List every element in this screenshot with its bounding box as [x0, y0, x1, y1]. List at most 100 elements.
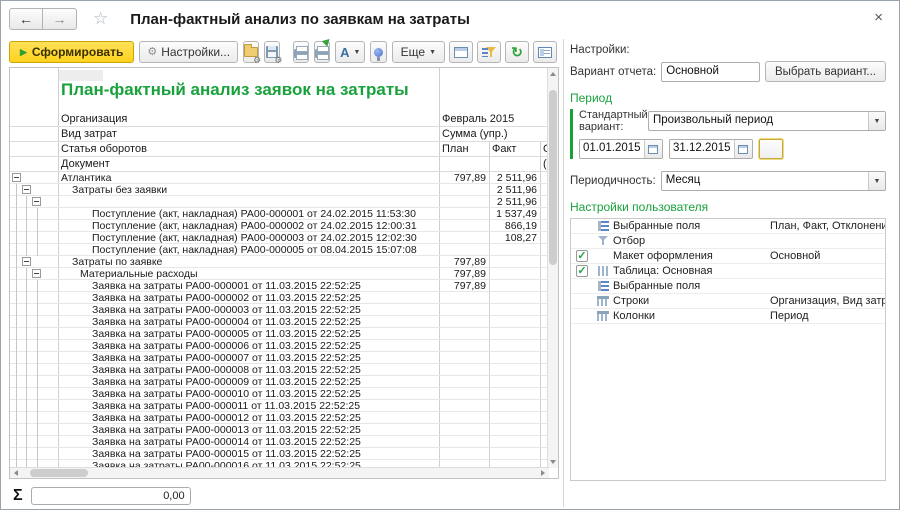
forward-button[interactable]: →: [43, 8, 77, 30]
user-setting-row[interactable]: Отбор: [571, 234, 885, 249]
report-row[interactable]: Заявка на затраты РА00-000014 от 11.03.2…: [10, 436, 549, 448]
report-row[interactable]: Затраты по заявке 797,89: [10, 256, 549, 268]
report-row[interactable]: Заявка на затраты РА00-000006 от 11.03.2…: [10, 340, 549, 352]
load-variant-button[interactable]: ⚙: [243, 41, 259, 63]
report-row-fact-value: [490, 388, 537, 400]
tree-line: [16, 328, 17, 340]
collapse-minus-icon[interactable]: [12, 173, 21, 182]
user-setting-row[interactable]: Выбранные поля: [571, 279, 885, 294]
settings-button[interactable]: ⚙ Настройки...: [139, 41, 238, 63]
save-variant-button[interactable]: ⚙: [264, 41, 280, 63]
tree-line: [16, 340, 17, 352]
report-row[interactable]: Заявка на затраты РА00-000009 от 11.03.2…: [10, 376, 549, 388]
print-button[interactable]: [293, 41, 309, 63]
report-row[interactable]: Заявка на затраты РА00-000008 от 11.03.2…: [10, 364, 549, 376]
tree-line: [26, 280, 27, 292]
bulb-icon: [374, 48, 383, 57]
report-row[interactable]: Заявка на затраты РА00-000001 от 11.03.2…: [10, 280, 549, 292]
horizontal-scroll-thumb[interactable]: [30, 469, 88, 477]
report-row-plan-value: [440, 292, 486, 304]
user-setting-row[interactable]: ✓ Таблица: Основная: [571, 264, 885, 279]
highlight-button[interactable]: [370, 41, 386, 63]
more-button[interactable]: Еще ▼: [392, 41, 445, 63]
report-row[interactable]: Поступление (акт, накладная) РА00-000005…: [10, 244, 549, 256]
sum-field[interactable]: 0,00: [31, 487, 191, 505]
report-row[interactable]: Заявка на затраты РА00-000013 от 11.03.2…: [10, 424, 549, 436]
filter-button[interactable]: [477, 41, 501, 63]
collapse-minus-icon[interactable]: [22, 185, 31, 194]
collapse-minus-icon[interactable]: [32, 197, 41, 206]
report-row[interactable]: Заявка на затраты РА00-000010 от 11.03.2…: [10, 388, 549, 400]
scroll-right-arrow-icon[interactable]: [541, 470, 545, 476]
page-title: План-фактный анализ по заявкам на затрат…: [130, 11, 470, 28]
report-row[interactable]: Заявка на затраты РА00-000012 от 11.03.2…: [10, 412, 549, 424]
generate-button[interactable]: ▶ Сформировать: [9, 41, 134, 63]
scroll-up-arrow-icon[interactable]: [550, 72, 556, 76]
combo-dropdown-button[interactable]: ▼: [868, 172, 885, 190]
scroll-left-arrow-icon[interactable]: [14, 470, 18, 476]
back-button[interactable]: ←: [9, 8, 43, 30]
date-to-value: 31.12.2015: [670, 140, 734, 158]
report-row[interactable]: Заявка на затраты РА00-000003 от 11.03.2…: [10, 304, 549, 316]
combo-dropdown-button[interactable]: ▼: [868, 112, 885, 130]
report-row-label: Заявка на затраты РА00-000001 от 11.03.2…: [58, 280, 439, 292]
period-more-button[interactable]: [759, 139, 783, 159]
nav-buttons: ← →: [9, 8, 77, 30]
collapse-minus-icon[interactable]: [32, 269, 41, 278]
variant-input[interactable]: Основной: [661, 62, 760, 82]
gear-icon: ⚙: [147, 47, 157, 58]
headers-button[interactable]: [449, 41, 473, 63]
funnel-icon: [482, 46, 496, 58]
vertical-scroll-thumb[interactable]: [549, 90, 557, 265]
choose-variant-button[interactable]: Выбрать вариант...: [765, 61, 886, 82]
report-row[interactable]: Заявка на затраты РА00-000011 от 11.03.2…: [10, 400, 549, 412]
font-size-button[interactable]: A ▼: [335, 41, 365, 63]
report-row[interactable]: Поступление (акт, накладная) РА00-000002…: [10, 220, 549, 232]
favorite-star-icon[interactable]: ☆: [93, 9, 108, 29]
vertical-scrollbar[interactable]: [547, 68, 558, 468]
checked-checkbox[interactable]: ✓: [576, 265, 588, 277]
report-row[interactable]: Поступление (акт, накладная) РА00-000001…: [10, 208, 549, 220]
date-to-calendar-button[interactable]: [734, 140, 752, 158]
user-setting-row[interactable]: ✓ Макет оформления Основной: [571, 249, 885, 264]
report-row[interactable]: Затраты без заявки 2 511,96: [10, 184, 549, 196]
report-row-plan-value: [440, 304, 486, 316]
refresh-button[interactable]: ↻: [505, 41, 529, 63]
user-setting-row[interactable]: Выбранные поля План, Факт, Отклонение (а…: [571, 219, 885, 234]
tree-line: [26, 316, 27, 328]
report-row-plan-value: [440, 340, 486, 352]
report-row[interactable]: Материальные расходы 797,89: [10, 268, 549, 280]
tree-line: [37, 352, 38, 364]
period-section-label: Период: [570, 91, 886, 105]
periodicity-combo[interactable]: Месяц ▼: [661, 171, 886, 191]
report-row[interactable]: Поступление (акт, накладная) РА00-000003…: [10, 232, 549, 244]
date-from-calendar-button[interactable]: [644, 140, 662, 158]
horizontal-scrollbar[interactable]: [10, 467, 549, 478]
report-row[interactable]: 2 511,96: [10, 196, 549, 208]
report-row-fact-value: [490, 256, 537, 268]
scroll-down-arrow-icon[interactable]: [550, 460, 556, 464]
report-row[interactable]: Заявка на затраты РА00-000004 от 11.03.2…: [10, 316, 549, 328]
dropdown-arrow-icon: ▼: [874, 118, 881, 125]
report-row-label: Заявка на затраты РА00-000011 от 11.03.2…: [58, 400, 439, 412]
report-row[interactable]: Заявка на затраты РА00-000002 от 11.03.2…: [10, 292, 549, 304]
fields-icon: [598, 221, 609, 231]
settings-panel-toggle-button[interactable]: [533, 41, 557, 63]
report-row[interactable]: Заявка на затраты РА00-000007 от 11.03.2…: [10, 352, 549, 364]
user-setting-row[interactable]: Колонки Период: [571, 309, 885, 324]
tree-line: [26, 376, 27, 388]
standard-variant-combo[interactable]: Произвольный период ▼: [648, 111, 886, 131]
report-row[interactable]: Атлантика 797,89 2 511,96: [10, 172, 549, 184]
user-setting-row[interactable]: Строки Организация, Вид затрат, Ста...: [571, 294, 885, 309]
report-row[interactable]: Заявка на затраты РА00-000005 от 11.03.2…: [10, 328, 549, 340]
date-to-field[interactable]: 31.12.2015: [669, 139, 753, 159]
header-row-2: Вид затрат Сумма (упр.): [10, 127, 549, 142]
date-from-field[interactable]: 01.01.2015: [579, 139, 663, 159]
report-row[interactable]: Заявка на затраты РА00-000015 от 11.03.2…: [10, 448, 549, 460]
print-preview-button[interactable]: [314, 41, 330, 63]
close-button[interactable]: ×: [874, 9, 883, 26]
report-row-plan-value: 797,89: [440, 280, 486, 292]
collapse-minus-icon[interactable]: [22, 257, 31, 266]
checked-checkbox[interactable]: ✓: [576, 250, 588, 262]
tree-line: [37, 232, 38, 244]
